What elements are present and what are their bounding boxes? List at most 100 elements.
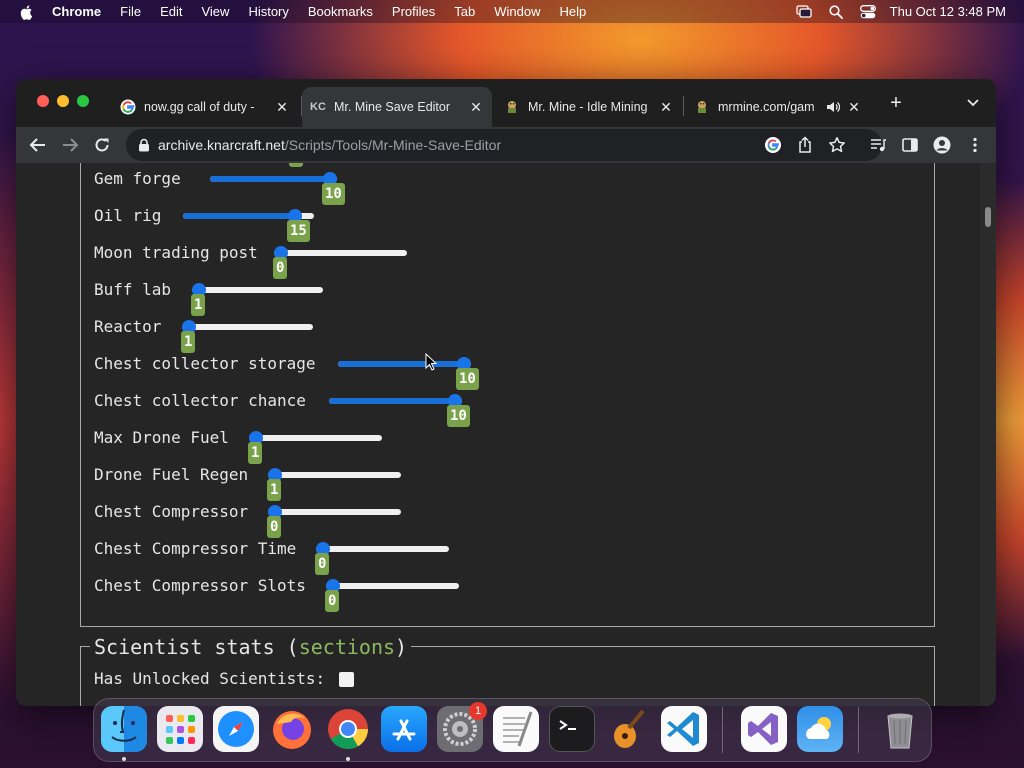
range-slider[interactable]: 10 [210,168,345,205]
sections-link[interactable]: sections [299,635,395,659]
address-bar[interactable]: archive.knarcraft.net/Scripts/Tools/Mr-M… [126,129,882,161]
slider-value-badge: 1 [181,331,196,353]
menu-bar: Chrome File Edit View History Bookmarks … [0,0,1024,23]
tab-separator [683,96,684,116]
garageband-icon[interactable] [605,706,651,752]
slider-track[interactable] [274,250,407,256]
weather-icon[interactable] [797,706,843,752]
scrollbar-thumb[interactable] [985,207,991,227]
menu-profiles[interactable]: Profiles [392,0,435,23]
spotlight-search-icon[interactable] [828,4,844,19]
range-slider[interactable]: 0 [267,501,401,538]
more-menu-icon[interactable] [966,136,984,154]
tab-title: mrmine.com/gam [718,100,815,114]
menu-window[interactable]: Window [494,0,540,23]
close-tab-icon[interactable]: ✕ [274,99,290,115]
safari-icon[interactable] [213,706,259,752]
control-center-icon[interactable] [859,4,876,19]
slider-value-badge: 10 [322,183,345,205]
page-content: Gem forge 10 Oil rig 15 Moon trading post 0 Bu… [16,163,980,706]
slider-fill [183,213,295,219]
menu-tab[interactable]: Tab [454,0,475,23]
profile-avatar-icon[interactable] [933,136,951,154]
finder-icon[interactable] [101,706,147,752]
mrmine-favicon [694,99,710,115]
slider-row: Moon trading post 0 [94,242,894,279]
tab-mr-mine-save-editor[interactable]: KC Mr. Mine Save Editor ✕ [302,87,492,127]
trash-icon[interactable] [877,706,923,752]
new-tab-icon[interactable]: + [888,93,904,113]
minimize-window-button[interactable] [57,95,69,107]
menu-history[interactable]: History [248,0,288,23]
lock-icon[interactable] [138,138,150,152]
menu-bookmarks[interactable]: Bookmarks [308,0,373,23]
tab-mrmine-game[interactable]: mrmine.com/gam ✕ [686,87,870,127]
close-tab-icon[interactable]: ✕ [658,99,674,115]
screen-mirroring-icon[interactable] [796,5,812,19]
range-slider[interactable]: 1 [181,316,313,353]
slider-label: Chest Compressor Time [94,539,297,558]
visual-studio-icon[interactable] [741,706,787,752]
slider-track[interactable] [182,324,313,330]
back-arrow-icon[interactable] [29,136,47,154]
google-lens-icon[interactable] [764,136,782,154]
speaker-icon[interactable] [826,100,840,114]
bookmark-star-icon[interactable] [828,136,846,154]
range-slider[interactable]: 0 [315,538,449,575]
vscode-icon[interactable] [661,706,707,752]
side-panel-icon[interactable] [901,136,919,154]
menu-file[interactable]: File [120,0,141,23]
slider-track[interactable] [192,287,323,293]
range-slider[interactable]: 0 [273,242,407,279]
launchpad-icon[interactable] [157,706,203,752]
slider-row: Reactor 1 [94,316,894,353]
textedit-icon[interactable] [493,706,539,752]
slider-track[interactable] [316,546,449,552]
menu-edit[interactable]: Edit [160,0,182,23]
menu-view[interactable]: View [201,0,229,23]
range-slider[interactable]: 15 [183,205,314,242]
close-tab-icon[interactable]: ✕ [846,99,862,115]
slider-track[interactable] [326,583,459,589]
slider-value-badge: 0 [267,516,282,538]
menubar-clock[interactable]: Thu Oct 12 3:48 PM [890,4,1006,19]
reload-icon[interactable] [93,136,111,154]
tab-mr-mine-idle-mining[interactable]: Mr. Mine - Idle Mining ✕ [496,87,682,127]
slider-fill [210,176,330,182]
slider-row: Chest Compressor Slots 0 [94,575,894,612]
range-slider[interactable]: 1 [191,279,323,316]
close-window-button[interactable] [37,95,49,107]
tab-now-gg[interactable]: now.gg call of duty - ✕ [112,87,298,127]
tab-search-chevron-icon[interactable] [966,97,980,109]
range-slider[interactable]: 10 [329,390,470,427]
fullscreen-window-button[interactable] [77,95,89,107]
range-slider[interactable]: 1 [248,427,382,464]
slider-label: Chest Compressor Slots [94,576,306,595]
terminal-icon[interactable] [549,706,595,752]
slider-label: Chest Compressor [94,502,249,521]
range-slider[interactable]: 0 [325,575,459,612]
slider-track[interactable] [268,472,401,478]
page-scrollbar[interactable] [980,163,996,706]
forward-arrow-icon[interactable] [61,136,79,154]
menu-app-name[interactable]: Chrome [52,0,101,23]
firefox-icon[interactable] [269,706,315,752]
browser-window: now.gg call of duty - ✕ KC Mr. Mine Save… [16,79,996,706]
slider-row: Buff lab 1 [94,279,894,316]
menu-help[interactable]: Help [560,0,587,23]
close-tab-icon[interactable]: ✕ [468,99,484,115]
range-slider[interactable]: 10 [338,353,479,390]
chrome-icon[interactable] [325,706,371,752]
slider-label: Gem forge [94,169,181,188]
slider-track[interactable] [249,435,382,441]
app-store-icon[interactable] [381,706,427,752]
tab-title: Mr. Mine - Idle Mining [528,100,648,114]
slider-row: Chest Compressor 0 [94,501,894,538]
share-icon[interactable] [796,136,814,154]
apple-icon[interactable] [18,3,36,21]
range-slider[interactable]: 1 [267,464,401,501]
media-controls-icon[interactable] [869,136,887,154]
slider-row: Drone Fuel Regen 1 [94,464,894,501]
has-unlocked-scientists-checkbox[interactable] [339,671,355,687]
slider-track[interactable] [268,509,401,515]
